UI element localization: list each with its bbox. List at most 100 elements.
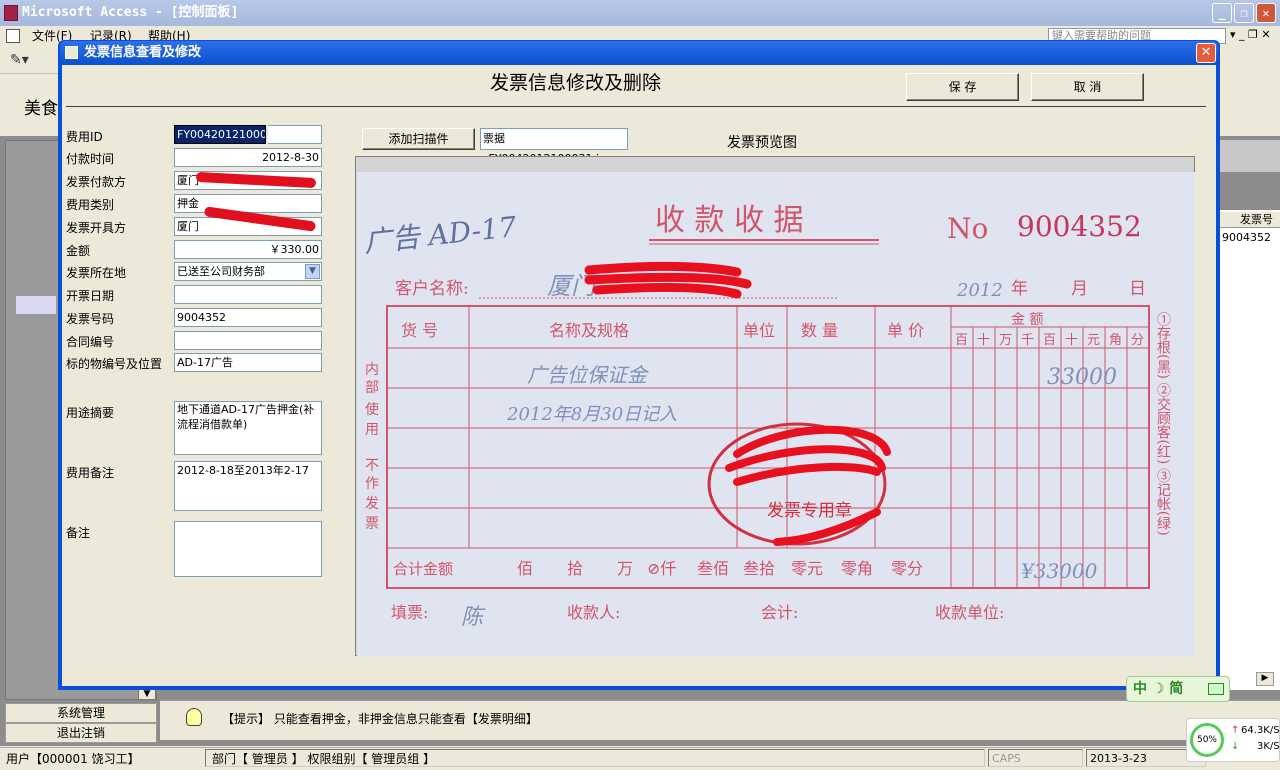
right-table-header: 发票号 [1220, 212, 1280, 228]
close-button[interactable]: ✕ [1256, 3, 1276, 23]
fill-label: 填票: [391, 603, 428, 622]
stamp-text: 发票专用章 [767, 501, 852, 521]
total-unit: 拾 [567, 559, 583, 578]
dialog-title: 发票信息查看及修改 [84, 45, 202, 60]
digit-label: 元 [1087, 333, 1100, 348]
add-scan-button[interactable]: 添加扫描件 [362, 128, 475, 150]
digit-label: 角 [1109, 333, 1122, 348]
doc-window-controls[interactable]: ▾ _ ❐ ✕ [1230, 28, 1271, 41]
network-monitor: 50% ↑ 64.3K/S ↓ 3K/S [1186, 718, 1280, 762]
label-location: 发票所在地 [66, 266, 127, 280]
side-char: 内 [365, 362, 379, 378]
download-arrow-icon: ↓ [1231, 741, 1240, 752]
amount-field[interactable]: ￥330.00 [174, 240, 322, 259]
subject-location-field[interactable]: AD-17广告 [174, 353, 322, 372]
digit-label: 十 [1065, 333, 1078, 348]
side-char: 部 [365, 380, 379, 396]
app-title: Microsoft Access - [控制面板] [22, 5, 239, 20]
right-panel-top [1220, 140, 1280, 172]
app-titlebar: Microsoft Access - [控制面板] _ ❐ ✕ [0, 0, 1280, 26]
total-unit: 万 [617, 559, 633, 578]
hint-text: 【提示】 只能查看押金，非押金信息只能查看【发票明细】 [222, 712, 538, 726]
digit-label: 十 [977, 333, 990, 348]
label-pay-time: 付款时间 [66, 152, 115, 166]
label-payer: 发票付款方 [66, 175, 127, 189]
customer-redaction [584, 261, 752, 299]
amount-hand: 33000 [1047, 365, 1117, 390]
total-unit: 零元 [791, 559, 823, 578]
expense-id-field[interactable]: FY0042012100031 [174, 125, 266, 144]
dialog-close-button[interactable]: ✕ [1196, 43, 1216, 63]
copy-legend: ①存根(黑) ②交顾客(红) ③记帐(绿) [1155, 312, 1171, 536]
label-issuer: 发票开具方 [66, 221, 127, 235]
purpose-field[interactable]: 地下通道AD-17广告押金(补流程消借款单) [174, 401, 322, 455]
status-user: 用户【000001 饶习工】 [6, 752, 140, 766]
receipt-title: 收 款 收 据 [655, 203, 804, 238]
logout-button[interactable]: 退出注销 [5, 723, 157, 743]
right-table-cell[interactable]: 9004352 [1222, 231, 1271, 244]
maximize-button[interactable]: ❐ [1234, 3, 1254, 23]
side-char: 不 [365, 458, 379, 474]
cancel-button[interactable]: 取 消 [1031, 73, 1144, 101]
fill-hand: 陈 [461, 605, 486, 630]
filename-field[interactable]: 票据_FY0042012100031.jpg [480, 128, 628, 165]
invoice-no-field[interactable]: 9004352 [174, 308, 322, 327]
keyboard-icon[interactable] [1208, 683, 1224, 695]
side-char: 作 [365, 476, 379, 492]
col-goods-no: 货 号 [401, 321, 438, 340]
save-button[interactable]: 保 存 [906, 73, 1019, 101]
doc-icon [6, 29, 20, 43]
contract-no-field[interactable] [174, 331, 322, 350]
system-admin-button[interactable]: 系统管理 [5, 703, 157, 723]
total-unit: 佰 [517, 559, 533, 578]
remark-field[interactable] [174, 521, 322, 577]
expense-note-field[interactable]: 2012-8-18至2013年2-17 [174, 461, 322, 511]
toolbar: ✎▾ [0, 46, 60, 74]
expense-type-field[interactable]: 押金 [174, 194, 322, 213]
col-unit: 单位 [743, 321, 775, 340]
total-unit: 零分 [891, 559, 923, 578]
accountant-label: 会计: [761, 603, 798, 622]
expense-id-field-rest[interactable] [268, 125, 322, 144]
lightbulb-icon [186, 708, 202, 726]
upload-arrow-icon: ↑ [1231, 725, 1240, 736]
right-table [1220, 210, 1280, 690]
upload-speed: 64.3K/S [1241, 725, 1280, 736]
pay-time-field[interactable]: 2012-8-30 [174, 148, 322, 167]
receipt-number: 9004352 [1017, 210, 1142, 243]
label-invoice-date: 开票日期 [66, 289, 115, 303]
label-contract-no: 合同编号 [66, 335, 115, 349]
caps-panel [988, 749, 1083, 767]
total-hand: ¥33000 [1021, 559, 1098, 583]
digit-label: 万 [999, 333, 1012, 348]
dialog-titlebar: 发票信息查看及修改 [60, 41, 1218, 65]
total-unit: 叁佰 [697, 559, 729, 578]
row2-hand: 2012年8月30日记入 [506, 404, 677, 425]
invoice-date-field[interactable] [174, 285, 322, 304]
design-view-icon[interactable]: ✎▾ [10, 52, 29, 68]
scroll-right-button[interactable]: ▶ [1256, 672, 1274, 686]
chevron-down-icon[interactable]: ▼ [305, 264, 320, 279]
nav-selected-item[interactable] [16, 296, 56, 314]
row1-hand: 广告位保证金 [527, 363, 650, 387]
customer-label: 客户名称: [395, 279, 469, 299]
label-subject-location: 标的物编号及位置 [66, 357, 163, 371]
total-unit: 零角 [841, 559, 873, 578]
label-expense-note: 费用备注 [66, 466, 115, 480]
digit-label: 分 [1131, 333, 1144, 348]
unit-label: 收款单位: [935, 603, 1004, 622]
minimize-button[interactable]: _ [1212, 3, 1232, 23]
digit-label: 百 [955, 333, 968, 348]
year-label: 年 [1011, 279, 1028, 299]
location-select[interactable]: 已送至公司财务部 [174, 262, 322, 281]
cpu-meter: 50% [1190, 723, 1224, 757]
no-label: No [947, 212, 988, 245]
label-amount: 金额 [66, 244, 91, 258]
col-price: 单 价 [887, 321, 924, 340]
month-label: 月 [1071, 279, 1088, 299]
total-unit: ⊘仟 [647, 559, 676, 578]
year-hand: 2012 [956, 280, 1003, 301]
total-label: 合计金额 [393, 560, 453, 578]
side-char: 票 [365, 516, 379, 532]
side-char: 使 [365, 401, 379, 418]
